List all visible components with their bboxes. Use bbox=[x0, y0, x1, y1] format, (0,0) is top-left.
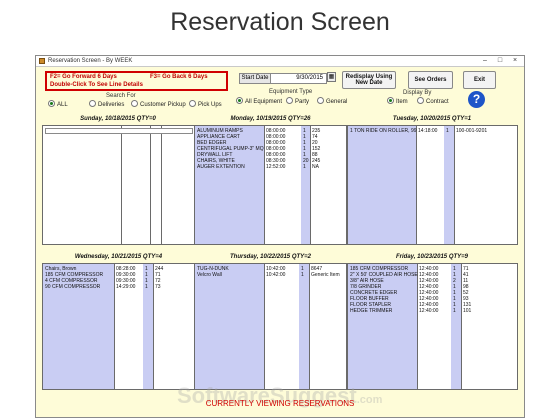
status-message: CURRENTLY VIEWING RESERVATIONS bbox=[205, 399, 355, 408]
start-date-label: Start Date bbox=[240, 74, 271, 83]
thursday-grid[interactable]: TUG-N-DUNK 10:42:00 1 8647 Velcro Wall 10:42:… bbox=[194, 263, 347, 390]
equipment-general-radio[interactable]: General bbox=[317, 97, 347, 105]
search-deliveries-radio[interactable]: Deliveries bbox=[89, 100, 124, 108]
close-icon[interactable]: × bbox=[510, 56, 520, 65]
display-by-label: Display By bbox=[403, 90, 432, 96]
minimize-icon[interactable]: – bbox=[480, 56, 490, 65]
radio-icon bbox=[189, 100, 196, 107]
sunday-grid[interactable] bbox=[42, 125, 195, 245]
shortcut-notice: F2= Go Forward 6 Days F3= Go Back 6 Days… bbox=[45, 71, 228, 91]
day-header-tuesday: Tuesday, 10/20/2015 QTY=1 bbox=[392, 116, 472, 122]
detail-hint: Double-Click To See Line Details bbox=[50, 82, 143, 88]
search-pickups-radio[interactable]: Pick Ups bbox=[189, 100, 222, 108]
search-all-radio[interactable]: ALL bbox=[48, 100, 68, 108]
radio-icon bbox=[417, 97, 424, 104]
cell-item: 1 TON RIDE ON ROLLER, 99 bbox=[350, 128, 417, 134]
cell-item: 90 CFM COMPRESSOR bbox=[45, 284, 101, 290]
tuesday-grid[interactable]: 1 TON RIDE ON ROLLER, 99 14:18:00 1 100-001… bbox=[347, 125, 518, 245]
sunday-selected-row[interactable] bbox=[45, 128, 193, 134]
help-icon[interactable]: ? bbox=[468, 91, 485, 108]
radio-icon bbox=[131, 100, 138, 107]
reservation-window: Reservation Screen - By WEEK – □ × F2= G… bbox=[35, 55, 525, 418]
cell-qty: 1 bbox=[145, 284, 148, 290]
search-customer-pickup-radio[interactable]: Customer Pickup bbox=[131, 100, 186, 108]
exit-button[interactable]: Exit bbox=[463, 71, 496, 89]
search-for-label: Search For bbox=[106, 93, 136, 99]
day-header-friday: Friday, 10/23/2015 QTY=9 bbox=[396, 254, 468, 260]
page-heading: Reservation Screen bbox=[170, 8, 390, 36]
redisplay-button[interactable]: Redisplay Using New Date bbox=[342, 71, 396, 89]
app-icon bbox=[39, 58, 45, 64]
day-header-monday: Monday, 10/19/2015 QTY=26 bbox=[230, 116, 311, 122]
forward-hint: F2= Go Forward 6 Days bbox=[50, 74, 117, 80]
cell-qty: 1 bbox=[303, 164, 306, 170]
day-header-wednesday: Wednesday, 10/21/2015 QTY=4 bbox=[74, 254, 163, 260]
cell-time: 14:29:00 bbox=[116, 284, 136, 290]
equipment-all-radio[interactable]: All Equipment bbox=[236, 97, 282, 105]
window-titlebar: Reservation Screen - By WEEK – □ × bbox=[36, 56, 524, 67]
cell-qty: 1 bbox=[446, 128, 449, 134]
start-date-field[interactable]: Start Date 9/30/2015 bbox=[239, 73, 327, 84]
see-orders-button[interactable]: See Orders bbox=[408, 71, 453, 89]
radio-icon bbox=[286, 97, 293, 104]
cell-ref: NA bbox=[312, 164, 319, 170]
wednesday-grid[interactable]: Chairs, Brown 08:28:00 1 244 185 CFM COMPRES… bbox=[42, 263, 195, 390]
cell-time: 12:40:00 bbox=[419, 308, 439, 314]
cell-item: HEDGE TRIMMER bbox=[350, 308, 393, 314]
friday-grid[interactable]: 185 CFM COMPRESSOR 12:40:00 1 71 2" X 50' CO… bbox=[347, 263, 518, 390]
monday-grid[interactable]: ALUMINUM RAMPS 08:00:00 1 235 APPLIANCE CART… bbox=[194, 125, 347, 245]
cell-qty: 1 bbox=[453, 308, 456, 314]
cell-ref: 101 bbox=[463, 308, 472, 314]
start-date-value[interactable]: 9/30/2015 bbox=[296, 74, 323, 83]
cell-time: 14:18:00 bbox=[418, 128, 438, 134]
day-header-sunday: Sunday, 10/18/2015 QTY=0 bbox=[80, 116, 156, 122]
radio-icon bbox=[89, 100, 96, 107]
calendar-icon[interactable]: ▦ bbox=[327, 72, 336, 82]
radio-selected-icon bbox=[48, 100, 55, 107]
cell-ref: 73 bbox=[155, 284, 161, 290]
cell-ref: 100-001-9201 bbox=[456, 128, 488, 134]
cell-time: 12:52:00 bbox=[266, 164, 286, 170]
display-contract-radio[interactable]: Contract bbox=[417, 97, 449, 105]
equipment-party-radio[interactable]: Party bbox=[286, 97, 309, 105]
radio-selected-icon bbox=[236, 97, 243, 104]
display-item-radio[interactable]: Item bbox=[387, 97, 408, 105]
radio-icon bbox=[317, 97, 324, 104]
back-hint: F3= Go Back 6 Days bbox=[150, 74, 208, 80]
cell-time: 10:42:00 bbox=[266, 272, 286, 278]
cell-item: Velcro Wall bbox=[197, 272, 222, 278]
cell-item: AUGER EXTENTION bbox=[197, 164, 245, 170]
day-header-thursday: Thursday, 10/22/2015 QTY=2 bbox=[230, 254, 311, 260]
radio-selected-icon bbox=[387, 97, 394, 104]
window-title: Reservation Screen - By WEEK bbox=[48, 58, 133, 64]
maximize-icon[interactable]: □ bbox=[495, 56, 505, 65]
equipment-type-label: Equipment Type bbox=[269, 89, 313, 95]
cell-ref: Generic Item bbox=[311, 272, 340, 278]
cell-qty: 1 bbox=[301, 272, 304, 278]
